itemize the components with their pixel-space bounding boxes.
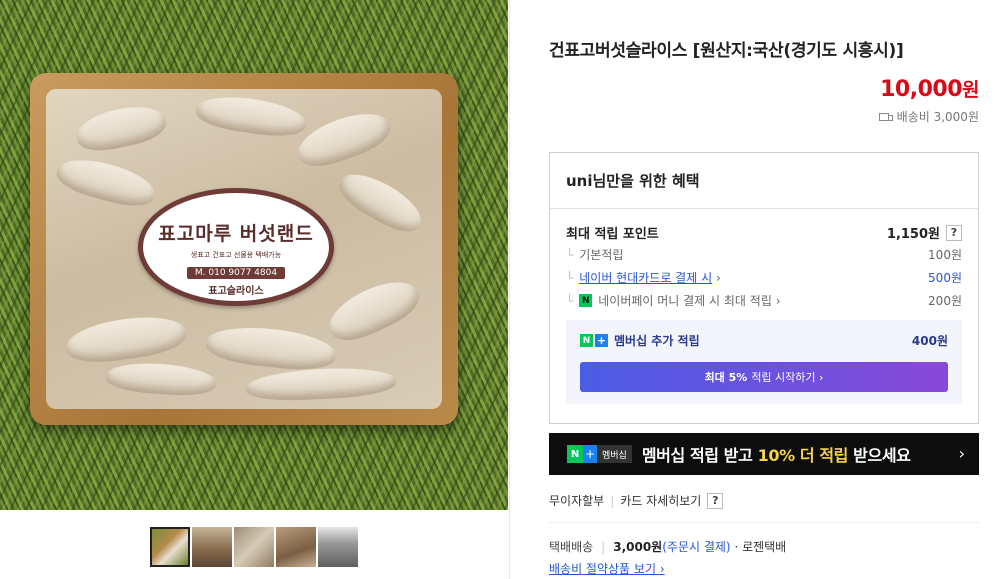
chevron-right-icon: › [775,293,781,308]
courier-name: · 로젠택배 [734,540,787,554]
points-row-value: 200원 [928,294,962,308]
points-row-npay: └ N 네이버페이 머니 결제 시 최대 적립 › 200원 [566,292,962,309]
mushroom-slice [73,100,169,156]
delivery-info: 택배배송 | 3,000원 (주문시 결제) · 로젠택배 [549,538,786,555]
payment-options: 무이자할부 | 카드 자세히보기 ? [549,492,724,509]
branch-icon: └ [566,248,574,262]
points-row-value: 500원 [928,271,962,285]
membership-badge-text: 멤버십 [602,450,627,461]
help-icon[interactable]: ? [946,224,962,241]
mushroom-slice [105,360,217,398]
membership-button-text: 적립 시작하기 [751,371,816,384]
delivery-method: 택배배송 [549,540,594,554]
brand-label: 표고마루 버섯랜드 생표고 건표고 선물용 택배가능 M. 010 9077 4… [138,188,334,306]
membership-value: 400원 [911,334,948,348]
points-row-basic: └ 기본적립 100원 [566,246,962,263]
help-icon[interactable]: ? [707,492,724,509]
horizontal-divider [549,522,979,523]
brand-phone: M. 010 9077 4804 [186,267,286,279]
max-points-value: 1,150원 [886,227,940,242]
shipping-fee: 배송비 3,000원 [878,108,979,125]
membership-start-button[interactable]: 최대 5% 적립 시작하기 › [580,362,948,392]
plus-icon: + [583,445,597,463]
mushroom-slice [333,163,429,241]
points-row-value: 100원 [928,248,962,262]
naverpay-icon: N [579,294,593,307]
thumbnail-2[interactable] [192,527,232,567]
separator: | [601,539,606,554]
thumbnail-5[interactable] [318,527,358,567]
mushroom-slice [321,270,426,350]
benefit-panel: uni님만을 위한 혜택 최대 적립 포인트 1,150원 ? └ 기본적립 10… [549,152,979,424]
chevron-right-icon: › [958,444,965,463]
mushroom-slice [63,310,189,368]
chevron-right-icon: › [715,271,721,285]
max-points-row: 최대 적립 포인트 1,150원 ? [566,223,962,242]
banner-message: 멤버십 적립 받고 10% 더 적립 받으세요 [641,446,911,465]
thumbnail-3[interactable] [234,527,274,567]
mushroom-slice [204,322,338,374]
vertical-divider [509,0,510,579]
product-price: 10,000원 [880,75,979,102]
price-amount: 10,000 [880,77,963,102]
membership-badge: N + 멤버십 [567,445,632,463]
thumbnail-list [150,527,358,567]
product-box: 표고마루 버섯랜드 생표고 건표고 선물용 택배가능 M. 010 9077 4… [30,73,458,425]
points-row-card: └ 네이버 현대카드로 결제 시 › 500원 [566,269,962,286]
membership-label: 멤버십 추가 적립 [614,334,700,348]
npay-benefit-link[interactable]: 네이버페이 머니 결제 시 최대 적립 [598,292,772,309]
benefit-title: uni님만을 위한 혜택 [566,172,700,190]
separator: | [610,493,615,508]
installment-text: 무이자할부 [549,494,605,508]
chevron-right-icon: › [819,370,824,384]
chevron-right-icon: › [659,562,665,576]
points-row-label: 기본적립 [579,248,624,262]
delivery-condition: (주문시 결제) [662,540,731,554]
mushroom-slice [245,365,397,403]
mushroom-slice [53,151,159,213]
benefit-divider [550,208,978,209]
membership-button-bold: 최대 5% [704,371,748,384]
brand-tagline: 생표고 건표고 선물용 택배가능 [190,251,282,259]
product-gallery: 표고마루 버섯랜드 생표고 건표고 선물용 택배가능 M. 010 9077 4… [0,0,508,579]
truck-icon [878,112,893,122]
brand-name: 표고마루 버섯랜드 [158,223,314,245]
thumbnail-1[interactable] [150,527,190,567]
brand-product-name: 표고슬라이스 [208,286,264,297]
max-points-label: 최대 적립 포인트 [566,227,659,242]
mushroom-slice [194,91,308,141]
price-unit: 원 [962,79,979,101]
branch-icon: └ [566,293,574,308]
n-icon: N [567,445,583,463]
mushroom-slice [292,103,395,175]
shipping-fee-text: 배송비 3,000원 [896,110,979,124]
product-title: 건표고버섯슬라이스 [원산지:국산(경기도 시흥시)] [549,41,904,61]
delivery-fee: 3,000원 [613,540,663,554]
nplus-icon: N + [580,334,608,347]
product-main-image[interactable]: 표고마루 버섯랜드 생표고 건표고 선물용 택배가능 M. 010 9077 4… [0,0,508,510]
membership-banner[interactable]: N + 멤버십 멤버십 적립 받고 10% 더 적립 받으세요 › [549,433,979,475]
membership-row: N + 멤버십 추가 적립 400원 [580,332,948,349]
card-detail-link[interactable]: 카드 자세히보기 [620,492,701,509]
membership-box: N + 멤버십 추가 적립 400원 최대 5% 적립 시작하기 › [566,320,962,404]
shipping-save-link[interactable]: 배송비 절약상품 보기 › [549,560,665,577]
card-benefit-link[interactable]: 네이버 현대카드로 결제 시 [579,271,712,285]
banner-highlight: 10% 더 적립 [757,446,849,465]
thumbnail-4[interactable] [276,527,316,567]
branch-icon: └ [566,271,574,285]
